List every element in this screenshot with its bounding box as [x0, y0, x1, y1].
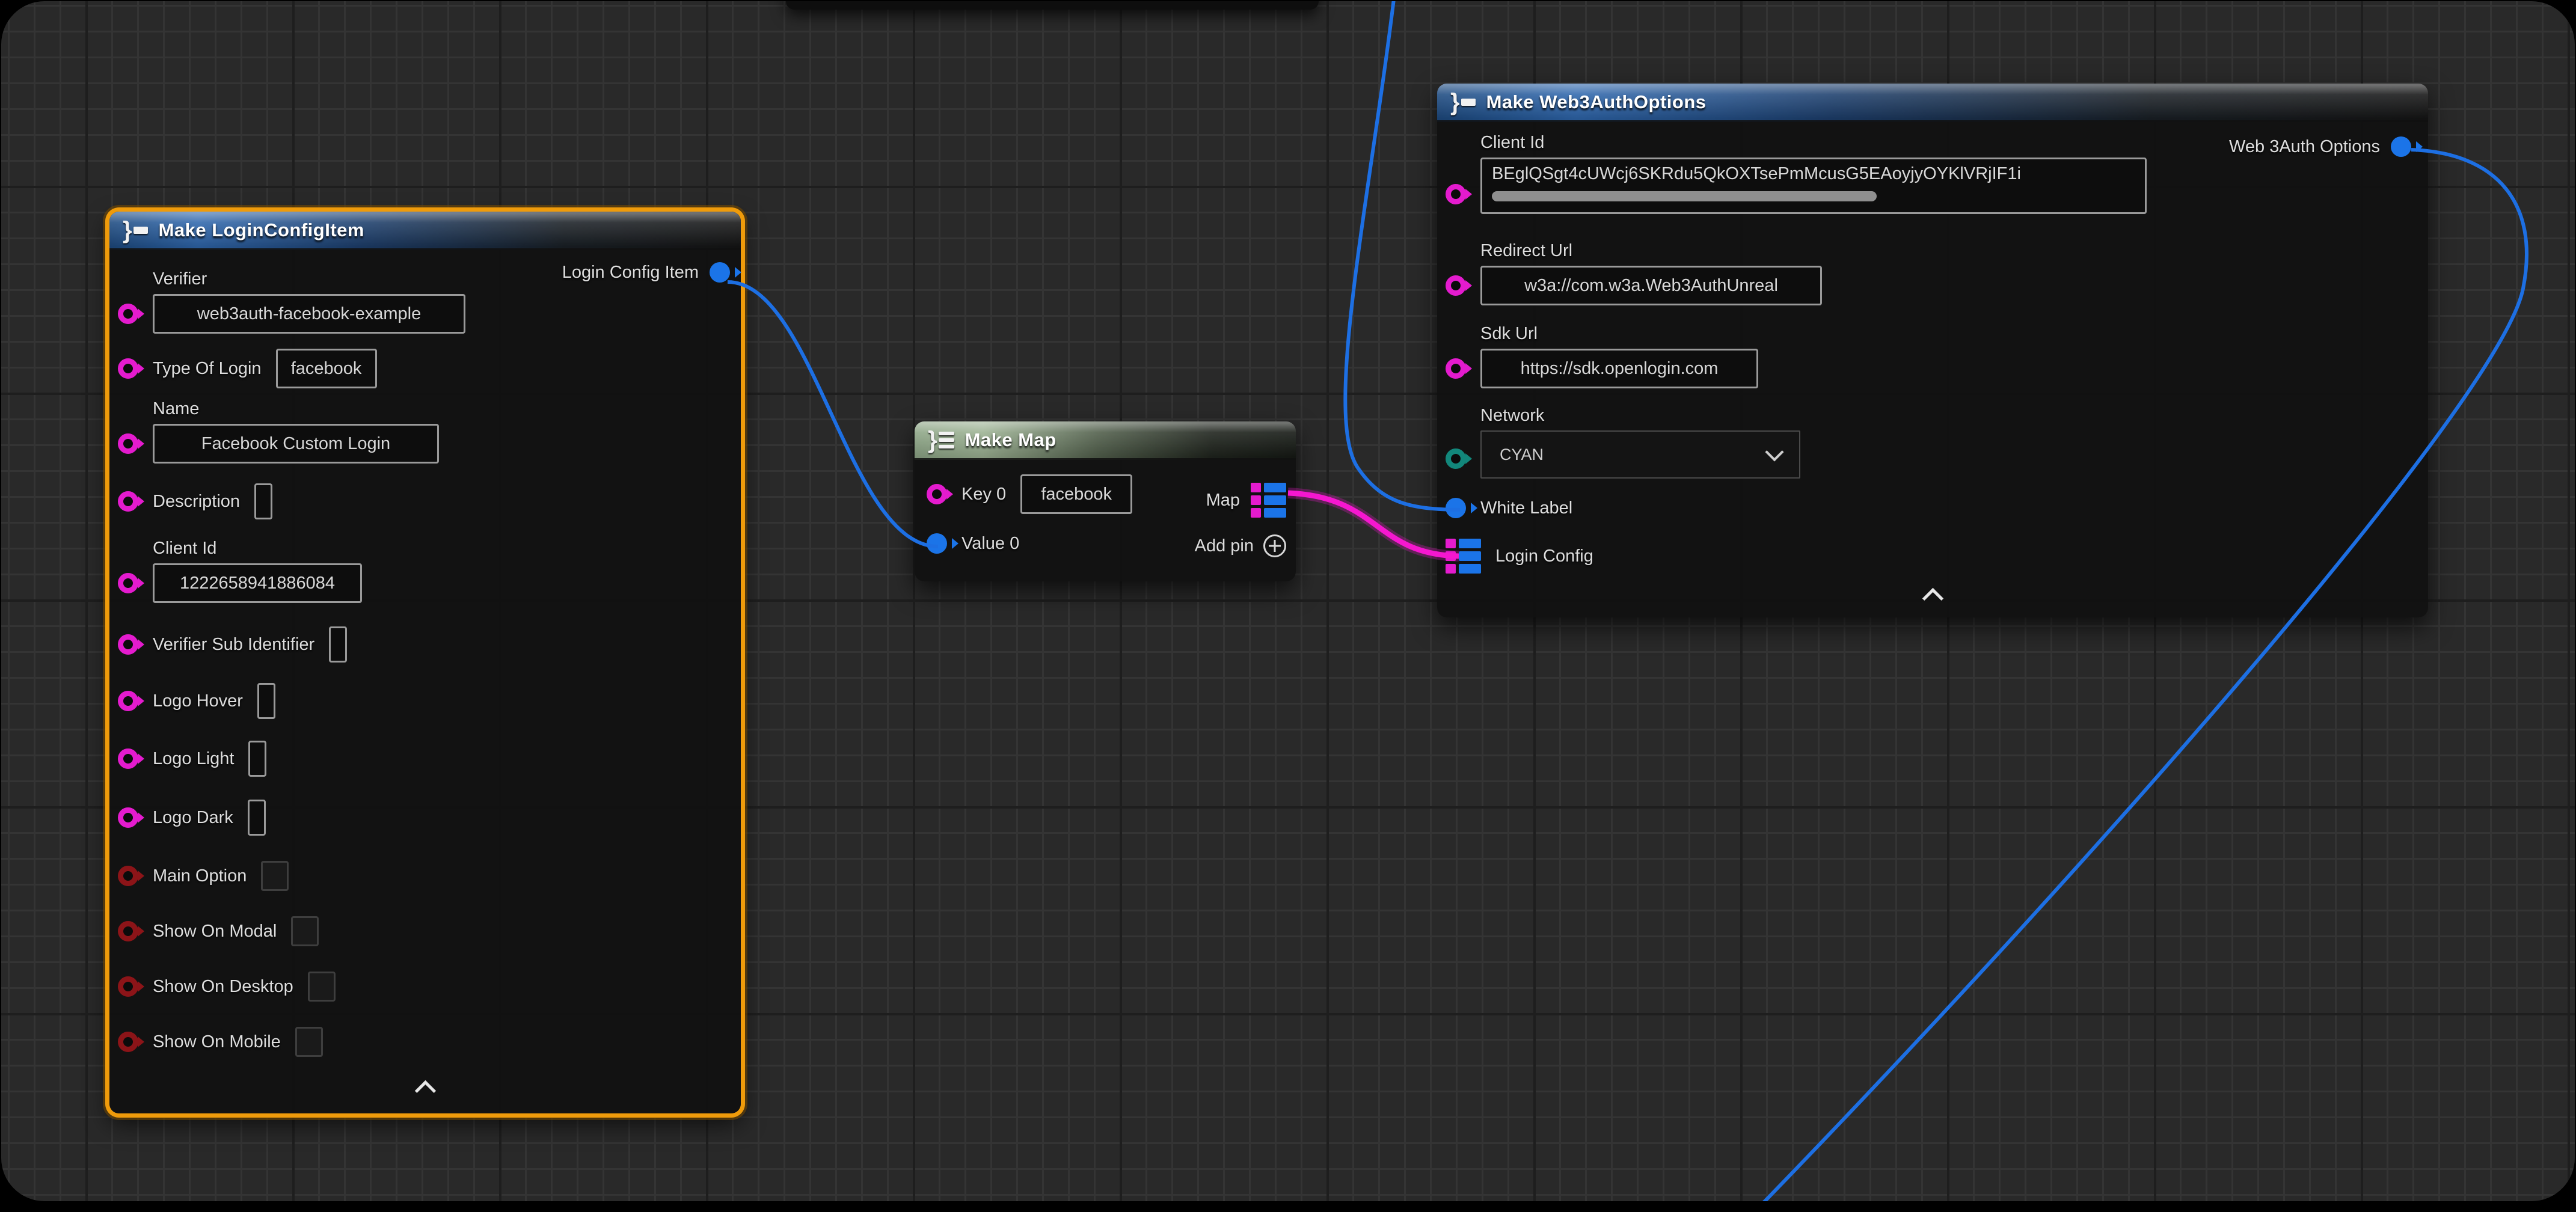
node-title: Make Map	[965, 429, 1056, 451]
wire-map-to-loginconfig[interactable]	[1288, 493, 1459, 556]
output-pin-web3auth-options[interactable]	[2391, 136, 2411, 157]
sdk-url-input[interactable]: https://sdk.openlogin.com	[1480, 349, 1758, 388]
type-of-login-input[interactable]: facebook	[276, 349, 377, 388]
node-title: Make LoginConfigItem	[159, 219, 364, 241]
pin-row-logo-hover: Logo Hover	[118, 683, 275, 719]
pin-redirect-url[interactable]	[1446, 275, 1466, 296]
make-map-icon: }	[928, 428, 954, 452]
node-make-map[interactable]: } Make Map Key 0 facebook Map Value 0 Ad…	[915, 421, 1296, 581]
pin-main-option[interactable]	[118, 866, 138, 886]
pin-key0[interactable]	[927, 484, 947, 504]
main-option-checkbox[interactable]	[261, 861, 289, 891]
show-on-desktop-checkbox[interactable]	[308, 972, 336, 1002]
pin-row-show-on-desktop: Show On Desktop	[118, 972, 336, 1002]
key0-input[interactable]: facebook	[1020, 474, 1132, 514]
make-struct-icon: }	[123, 218, 148, 242]
node-header[interactable]: } Make Map	[915, 421, 1296, 460]
output-row-map: Map	[1206, 483, 1286, 518]
blueprint-graph-viewport[interactable]: } Make LoginConfigItem Login Config Item…	[1, 1, 2575, 1201]
pin-row-show-on-mobile: Show On Mobile	[118, 1027, 323, 1057]
pin-logo-dark[interactable]	[118, 807, 138, 828]
logo-dark-input[interactable]	[248, 800, 266, 836]
pin-row-sdk-url: Sdk Url https://sdk.openlogin.com	[1446, 324, 1758, 388]
client-id-input[interactable]: 1222658941886084	[153, 563, 362, 603]
redirect-url-input[interactable]: w3a://com.w3a.Web3AuthUnreal	[1480, 266, 1822, 305]
pin-row-show-on-modal: Show On Modal	[118, 916, 319, 946]
pin-name[interactable]	[118, 433, 138, 454]
output-row-login-config-item: Login Config Item	[562, 262, 730, 283]
collapse-node-button[interactable]	[1921, 587, 1945, 604]
pin-row-value0: Value 0	[927, 533, 1019, 554]
pin-verifier-sub-identifier[interactable]	[118, 634, 138, 655]
pin-row-network: Network CYAN	[1446, 406, 1800, 479]
description-input[interactable]	[254, 483, 272, 519]
output-pin-login-config-item[interactable]	[710, 262, 730, 283]
node-make-web3authoptions[interactable]: } Make Web3AuthOptions Web 3Auth Options…	[1437, 84, 2428, 617]
node-make-loginconfigitem[interactable]: } Make LoginConfigItem Login Config Item…	[109, 212, 741, 1113]
node-header[interactable]: } Make Web3AuthOptions	[1437, 84, 2428, 122]
node-header[interactable]: } Make LoginConfigItem	[109, 212, 741, 250]
logo-hover-input[interactable]	[257, 683, 275, 719]
client-id-input[interactable]: BEglQSgt4cUWcj6SKRdu5QkOXTsePmMcusG5EAoy…	[1480, 158, 2147, 214]
pin-row-client-id: Client Id BEglQSgt4cUWcj6SKRdu5QkOXTsePm…	[1446, 133, 2147, 214]
pin-row-name: Name Facebook Custom Login	[118, 399, 439, 464]
pin-description[interactable]	[118, 491, 138, 512]
circle-plus-icon	[1263, 534, 1286, 557]
show-on-mobile-checkbox[interactable]	[295, 1027, 323, 1057]
pin-row-logo-dark: Logo Dark	[118, 800, 266, 836]
output-row-web3auth-options: Web 3Auth Options	[2229, 136, 2411, 157]
pin-logo-hover[interactable]	[118, 691, 138, 711]
collapse-node-button[interactable]	[413, 1080, 437, 1097]
wire-loginconfigitem-to-value0[interactable]	[728, 282, 938, 546]
pin-network[interactable]	[1446, 448, 1466, 469]
pin-row-white-label: White Label	[1446, 491, 1572, 525]
pin-value0[interactable]	[927, 533, 947, 554]
node-title: Make Web3AuthOptions	[1486, 91, 1707, 113]
pin-row-redirect-url: Redirect Url w3a://com.w3a.Web3AuthUnrea…	[1446, 241, 1822, 305]
pin-sdk-url[interactable]	[1446, 358, 1466, 379]
pin-label: Verifier	[153, 269, 465, 289]
pin-row-description: Description	[118, 483, 272, 519]
pin-row-type-of-login: Type Of Login facebook	[118, 349, 377, 388]
node-offscreen-top[interactable]	[786, 1, 1319, 10]
add-pin-button[interactable]: Add pin	[1195, 534, 1286, 557]
pin-client-id[interactable]	[118, 573, 138, 593]
pin-type-of-login[interactable]	[118, 358, 138, 379]
output-pin-label: Login Config Item	[562, 263, 699, 283]
output-pin-map[interactable]	[1251, 483, 1286, 518]
network-select[interactable]: CYAN	[1480, 430, 1800, 479]
pin-row-verifier-sub-identifier: Verifier Sub Identifier	[118, 626, 347, 663]
pin-row-login-config: Login Config	[1446, 537, 1593, 575]
pin-row-main-option: Main Option	[118, 861, 289, 891]
verifier-sub-identifier-input[interactable]	[329, 626, 347, 663]
pin-client-id[interactable]	[1446, 184, 1466, 204]
pin-verifier[interactable]	[118, 304, 138, 324]
pin-show-on-desktop[interactable]	[118, 976, 138, 997]
horizontal-scrollbar[interactable]	[1492, 191, 1877, 201]
name-input[interactable]: Facebook Custom Login	[153, 424, 439, 464]
pin-row-verifier: Verifier web3auth-facebook-example	[118, 269, 465, 334]
pin-show-on-mobile[interactable]	[118, 1032, 138, 1052]
pin-show-on-modal[interactable]	[118, 921, 138, 941]
show-on-modal-checkbox[interactable]	[291, 916, 319, 946]
verifier-input[interactable]: web3auth-facebook-example	[153, 294, 465, 334]
logo-light-input[interactable]	[248, 741, 266, 777]
make-struct-icon: }	[1450, 90, 1476, 114]
chevron-down-icon	[1765, 442, 1783, 461]
pin-row-logo-light: Logo Light	[118, 741, 266, 777]
pin-row-client-id: Client Id 1222658941886084	[118, 539, 362, 603]
pin-row-key0: Key 0 facebook	[927, 474, 1132, 514]
pin-logo-light[interactable]	[118, 748, 138, 769]
